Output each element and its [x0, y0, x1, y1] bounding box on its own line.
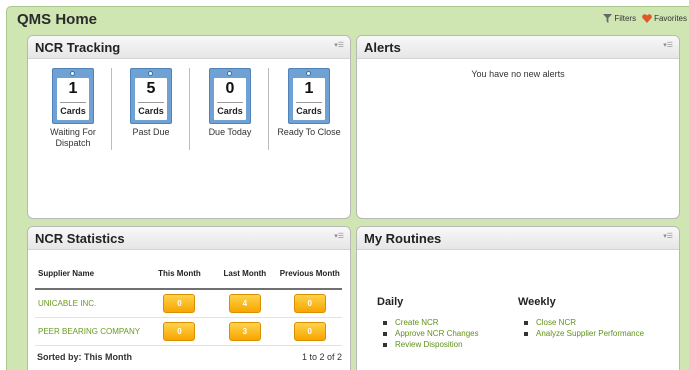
card-stack-icon: 1 Cards	[288, 68, 330, 124]
routine-link-review-disposition[interactable]: Review Disposition	[383, 339, 479, 350]
count-badge[interactable]: 0	[293, 322, 326, 341]
daily-heading: Daily	[377, 296, 404, 308]
alerts-message: You have no new alerts	[471, 69, 565, 79]
page: QMS Home Filters Favorites NCR Tracking …	[0, 0, 689, 370]
table-row: PEER BEARING COMPANY 0 3 0	[35, 317, 342, 346]
column-header-last-month[interactable]: Last Month	[212, 258, 278, 290]
tracker-label: Past Due	[132, 127, 170, 137]
tracker-past-due[interactable]: 5 Cards Past Due	[111, 68, 191, 138]
panel-menu-icon[interactable]: ▾☰	[334, 232, 344, 240]
supplier-link[interactable]: PEER BEARING COMPANY	[35, 317, 147, 346]
card-stack-icon: 0 Cards	[209, 68, 251, 124]
tracker-waiting-for-dispatch[interactable]: 1 Cards Waiting For Dispatch	[33, 68, 113, 149]
alerts-panel: Alerts ▾☰ You have no new alerts	[356, 35, 680, 219]
sort-indicator: Sorted by: This Month	[37, 352, 132, 362]
panel-menu-icon[interactable]: ▾☰	[334, 41, 344, 49]
tracker-count: 1	[304, 80, 314, 97]
panel-title: My Routines	[364, 231, 442, 246]
ncr-tracking-panel: NCR Tracking ▾☰ 1 Cards Waiting For Disp…	[27, 35, 351, 219]
filters-button[interactable]: Filters	[603, 14, 636, 23]
toolbar: Filters Favorites	[603, 14, 687, 23]
my-routines-panel: My Routines ▾☰ Daily Create NCR Approve …	[356, 226, 680, 370]
supplier-link[interactable]: UNICABLE INC.	[35, 289, 147, 318]
routine-link-analyze-supplier-performance[interactable]: Analyze Supplier Performance	[524, 328, 644, 339]
tracker-label: Waiting For Dispatch	[50, 127, 96, 148]
daily-routine-list: Create NCR Approve NCR Changes Review Di…	[383, 317, 479, 350]
column-header-supplier[interactable]: Supplier Name	[35, 258, 147, 290]
tracker-count: 5	[146, 80, 156, 97]
panel-header: Alerts ▾☰	[357, 36, 679, 59]
routine-link-close-ncr[interactable]: Close NCR	[524, 317, 644, 328]
filter-icon	[603, 14, 613, 23]
panel-header: My Routines ▾☰	[357, 227, 679, 250]
page-title: QMS Home	[17, 11, 98, 28]
routine-link-approve-ncr-changes[interactable]: Approve NCR Changes	[383, 328, 479, 339]
count-badge[interactable]: 0	[163, 294, 196, 313]
panel-header: NCR Tracking ▾☰	[28, 36, 350, 59]
tracker-label: Due Today	[208, 127, 252, 137]
filters-label: Filters	[614, 14, 637, 23]
supplier-stats-table: Supplier Name This Month Last Month Prev…	[35, 258, 342, 346]
tracker-label: Ready To Close	[277, 127, 341, 137]
card-stack-icon: 1 Cards	[52, 68, 94, 124]
weekly-routine-list: Close NCR Analyze Supplier Performance	[524, 317, 644, 339]
card-stack-icon: 5 Cards	[130, 68, 172, 124]
favorites-label: Favorites	[654, 14, 687, 23]
tracker-due-today[interactable]: 0 Cards Due Today	[190, 68, 270, 138]
panel-menu-icon[interactable]: ▾☰	[663, 41, 673, 49]
tracker-unit: Cards	[60, 106, 86, 116]
routine-link-create-ncr[interactable]: Create NCR	[383, 317, 479, 328]
tracker-ready-to-close[interactable]: 1 Cards Ready To Close	[269, 68, 349, 138]
count-badge[interactable]: 0	[293, 294, 326, 313]
panel-title: NCR Tracking	[35, 40, 121, 55]
qms-home-container: QMS Home Filters Favorites NCR Tracking …	[6, 6, 689, 370]
count-badge[interactable]: 4	[228, 294, 261, 313]
panel-menu-icon[interactable]: ▾☰	[663, 232, 673, 240]
panel-title: NCR Statistics	[35, 231, 125, 246]
pagination-info: 1 to 2 of 2	[301, 352, 342, 362]
tracker-unit: Cards	[138, 106, 164, 116]
panel-title: Alerts	[364, 40, 401, 55]
table-header-row: Supplier Name This Month Last Month Prev…	[35, 258, 342, 290]
favorites-button[interactable]: Favorites	[642, 14, 687, 23]
ncr-statistics-panel: NCR Statistics ▾☰ Supplier Name This Mon…	[27, 226, 351, 370]
count-badge[interactable]: 0	[163, 322, 196, 341]
panel-header: NCR Statistics ▾☰	[28, 227, 350, 250]
tracker-unit: Cards	[296, 106, 322, 116]
count-badge[interactable]: 3	[228, 322, 261, 341]
column-header-previous-month[interactable]: Previous Month	[277, 258, 342, 290]
tracker-count: 1	[68, 80, 78, 97]
heart-icon	[642, 14, 652, 23]
tracker-unit: Cards	[217, 106, 243, 116]
column-header-this-month[interactable]: This Month	[146, 258, 213, 290]
weekly-heading: Weekly	[518, 296, 556, 308]
table-row: UNICABLE INC. 0 4 0	[35, 289, 342, 318]
tracker-count: 0	[225, 80, 235, 97]
